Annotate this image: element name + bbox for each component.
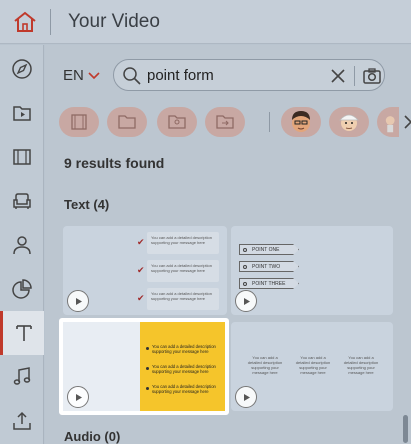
home-icon[interactable] (12, 10, 38, 34)
bullet-text: You can add a detailed description suppo… (152, 344, 216, 354)
checklist-item: ✔ You can add a detailed description sup… (137, 260, 219, 282)
checkmark-icon: ✔ (137, 265, 145, 275)
sidebar-item-characters[interactable] (0, 223, 44, 267)
template-thumbnail-checklist[interactable]: ✔ You can add a detailed description sup… (63, 226, 227, 315)
checklist-item: ✔ You can add a detailed description sup… (137, 232, 219, 254)
chevron-down-icon[interactable] (87, 68, 101, 82)
point-item-label: POINT ONE (252, 247, 280, 253)
content-panel: EN 9 results found T (45, 45, 411, 444)
point-item: POINT THREE (239, 278, 299, 289)
character-avatar-1[interactable] (281, 107, 321, 137)
results-count: 9 results found (64, 155, 165, 171)
search-divider (354, 66, 355, 86)
character-avatar-3[interactable] (377, 107, 399, 137)
sidebar-item-text[interactable] (0, 311, 44, 355)
sidebar-item-video[interactable] (0, 135, 44, 179)
section-title-text: Text (4) (64, 197, 110, 212)
category-folder[interactable] (107, 107, 147, 137)
play-icon (75, 297, 82, 305)
point-item: POINT ONE (239, 244, 299, 255)
point-item: POINT TWO (239, 261, 299, 272)
search-icon (123, 67, 141, 85)
play-icon (243, 297, 250, 305)
category-filter-row (59, 107, 411, 139)
category-image-folder[interactable] (157, 107, 197, 137)
point-item-label: POINT THREE (252, 281, 286, 287)
bullet-dot (146, 367, 149, 370)
scrollbar-thumb[interactable] (403, 415, 408, 443)
character-avatar-icon (385, 116, 395, 133)
sidebar-item-props[interactable] (0, 179, 44, 223)
template-thumbnail-yellow-list[interactable]: You can add a detailed description suppo… (59, 318, 229, 415)
bullet-dot (146, 347, 149, 350)
play-button[interactable] (67, 290, 89, 312)
column-text: You can add a detailed description suppo… (295, 355, 331, 375)
thumbnail-yellow-panel: You can add a detailed description suppo… (140, 322, 225, 411)
point-dot (243, 248, 247, 252)
category-export-folder[interactable] (205, 107, 245, 137)
checklist-item-text: You can add a detailed description suppo… (151, 291, 213, 301)
category-divider (269, 112, 270, 132)
film-strip-icon (71, 114, 87, 130)
sidebar-item-media[interactable] (0, 91, 44, 135)
play-button[interactable] (67, 386, 89, 408)
compass-icon (12, 59, 32, 79)
upload-icon (13, 411, 31, 430)
music-icon (13, 367, 31, 385)
sidebar-item-audio[interactable] (0, 355, 44, 399)
section-title-audio: Audio (0) (64, 429, 121, 444)
camera-icon[interactable] (362, 67, 382, 85)
point-dot (243, 265, 247, 269)
sidebar (0, 45, 44, 444)
language-select[interactable]: EN (63, 67, 84, 84)
bullet-dot (146, 387, 149, 390)
search-bar (113, 59, 385, 91)
checklist-item-text: You can add a detailed description suppo… (151, 263, 213, 273)
category-film[interactable] (59, 107, 99, 137)
sidebar-item-explore[interactable] (0, 47, 44, 91)
film-icon (13, 149, 31, 165)
sidebar-item-upload[interactable] (0, 399, 44, 443)
column-text: You can add a detailed description suppo… (343, 355, 379, 375)
header-divider (50, 9, 51, 35)
person-icon (13, 236, 31, 255)
search-input[interactable] (147, 64, 322, 86)
checklist-item: ✔ You can add a detailed description sup… (137, 288, 219, 310)
media-folder-icon (13, 106, 31, 121)
play-button[interactable] (235, 386, 257, 408)
checklist-item-text: You can add a detailed description suppo… (151, 235, 213, 245)
sidebar-item-charts[interactable] (0, 267, 44, 311)
top-bar: Your Video (0, 0, 411, 44)
bullet-text: You can add a detailed description suppo… (152, 384, 216, 394)
point-item-label: POINT TWO (252, 264, 281, 270)
template-thumbnail-points[interactable]: POINT ONE POINT TWO POINT THREE (231, 226, 393, 315)
character-avatar-2[interactable] (329, 107, 369, 137)
text-icon (15, 325, 32, 341)
export-folder-icon (216, 115, 234, 129)
armchair-icon (13, 193, 31, 209)
point-dot (243, 282, 247, 286)
column-text: You can add a detailed description suppo… (247, 355, 283, 375)
page-title: Your Video (68, 11, 160, 32)
template-thumbnail-three-column[interactable]: You can add a detailed description suppo… (231, 322, 393, 411)
checkmark-icon: ✔ (137, 237, 145, 247)
checkmark-icon: ✔ (137, 293, 145, 303)
play-icon (243, 393, 250, 401)
image-folder-icon (168, 115, 186, 129)
character-avatar-icon (292, 111, 310, 132)
chevron-right-icon[interactable] (403, 114, 411, 130)
folder-icon (118, 115, 136, 129)
character-avatar-icon (339, 114, 359, 131)
close-icon[interactable] (330, 68, 346, 84)
bullet-text: You can add a detailed description suppo… (152, 364, 216, 374)
play-icon (75, 393, 82, 401)
play-button[interactable] (235, 290, 257, 312)
pie-chart-icon (12, 279, 32, 299)
